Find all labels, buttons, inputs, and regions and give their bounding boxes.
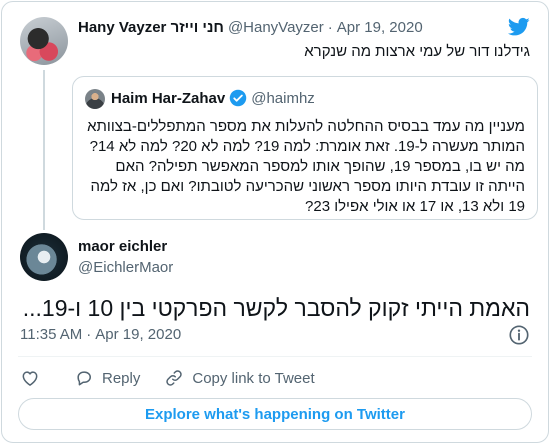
embedded-tweet-card: Hany Vayzer חני וייזר @HanyVayzer · Apr … (1, 1, 549, 443)
parent-tweet-header: Hany Vayzer חני וייזר @HanyVayzer · Apr … (78, 16, 488, 38)
divider (18, 356, 532, 357)
main-display-name[interactable]: maor eichler (78, 238, 167, 255)
parent-tweet-text: גידלנו דור של עמי ארצות מה שנקרא (304, 43, 530, 60)
parent-date[interactable]: Apr 19, 2020 (337, 19, 423, 36)
reply-label[interactable]: Reply (102, 370, 140, 387)
quoted-tweet-header: Haim Har-Zahav @haimhz (111, 87, 315, 109)
parent-display-name[interactable]: Hany Vayzer חני וייזר (78, 19, 224, 36)
parent-handle[interactable]: @HanyVayzer (228, 19, 324, 36)
reply-button[interactable]: Reply (74, 368, 140, 388)
tweet-timestamp[interactable]: 11:35 AM · Apr 19, 2020 (20, 326, 181, 343)
tweet-date[interactable]: Apr 19, 2020 (95, 326, 181, 343)
reply-icon (77, 371, 91, 386)
parent-avatar[interactable] (20, 17, 68, 65)
heart-icon (22, 371, 38, 386)
link-icon (166, 370, 183, 386)
twitter-bird-icon[interactable] (508, 17, 530, 37)
info-icon[interactable] (508, 324, 530, 346)
quoted-avatar[interactable] (85, 89, 105, 109)
main-tweet-text: האמת הייתי זקוק להסבר לקשר הפרקטי בין 10… (22, 295, 530, 321)
explore-button[interactable]: Explore what's happening on Twitter (18, 398, 532, 430)
quoted-tweet-text: מעניין מה עמד בבסיס ההחלטה להעלות את מספ… (87, 118, 525, 215)
quoted-display-name[interactable]: Haim Har-Zahav (111, 90, 225, 107)
copy-link-button[interactable]: Copy link to Tweet (164, 368, 315, 388)
tweet-separator: · (86, 326, 92, 343)
tweet-time[interactable]: 11:35 AM (20, 326, 82, 343)
copy-link-label[interactable]: Copy link to Tweet (192, 370, 314, 387)
verified-badge-icon (229, 89, 247, 107)
main-avatar[interactable] (20, 233, 68, 281)
main-handle[interactable]: @EichlerMaor (78, 259, 173, 276)
thread-line (43, 70, 45, 230)
parent-separator: · (327, 18, 333, 36)
quoted-handle[interactable]: @haimhz (251, 90, 315, 107)
tweet-actions: Reply Copy link to Tweet (20, 366, 315, 390)
like-button[interactable] (20, 368, 40, 388)
quoted-tweet[interactable]: Haim Har-Zahav @haimhz מעניין מה עמד בבס… (72, 76, 538, 220)
